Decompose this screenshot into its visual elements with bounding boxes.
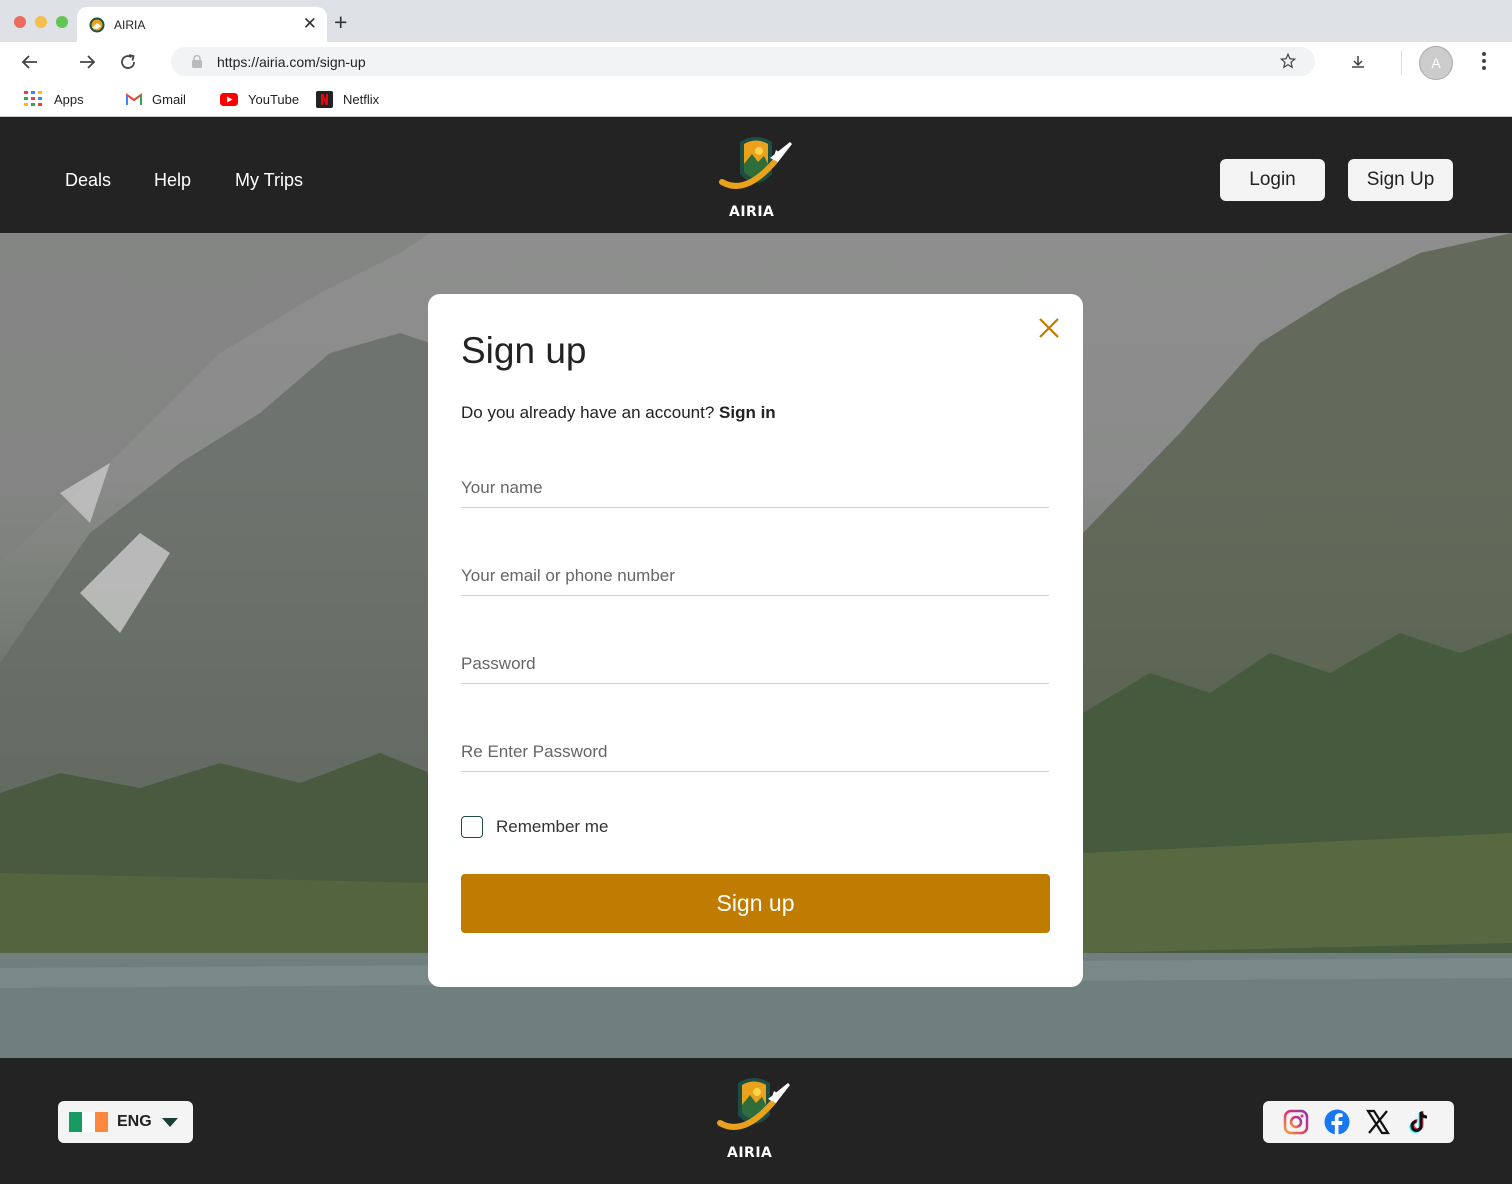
tab-title: AIRIA <box>114 18 146 32</box>
header-brand-text: AIRIA <box>729 204 775 220</box>
language-label: ENG <box>117 1113 152 1130</box>
maximize-window-button[interactable] <box>56 16 68 28</box>
account-question-text: Do you already have an account? <box>461 403 715 422</box>
youtube-icon <box>220 92 238 106</box>
signup-submit-button[interactable]: Sign up <box>461 874 1050 933</box>
toolbar-divider <box>1401 50 1402 74</box>
new-tab-icon[interactable]: + <box>334 10 347 34</box>
address-bar[interactable]: https://airia.com/sign-up <box>171 47 1315 76</box>
netflix-icon <box>316 90 333 108</box>
checkbox-box[interactable] <box>461 816 483 838</box>
login-button[interactable]: Login <box>1220 159 1325 201</box>
ireland-flag-icon <box>69 1112 108 1132</box>
facebook-icon[interactable] <box>1324 1109 1350 1135</box>
modal-subtitle: Do you already have an account? Sign in <box>461 403 776 423</box>
url-text: https://airia.com/sign-up <box>217 54 366 70</box>
signup-modal: Sign up Do you already have an account? … <box>428 294 1083 987</box>
remember-me-checkbox[interactable]: Remember me <box>461 816 608 838</box>
bookmark-apps[interactable]: Apps <box>24 89 84 109</box>
nav-deals[interactable]: Deals <box>65 170 111 191</box>
tab-close-icon[interactable]: ✕ <box>303 14 317 34</box>
tab-strip: AIRIA ✕ + <box>0 0 1512 42</box>
reenter-password-field[interactable] <box>461 732 1049 772</box>
email-or-phone-field[interactable] <box>461 556 1049 596</box>
airia-logo-icon[interactable] <box>716 134 794 202</box>
bookmark-star-icon[interactable] <box>1279 52 1297 70</box>
close-icon[interactable] <box>1036 315 1062 341</box>
minimize-window-button[interactable] <box>35 16 47 28</box>
tiktok-icon[interactable] <box>1406 1109 1432 1135</box>
bookmark-label: Netflix <box>343 91 380 107</box>
close-window-button[interactable] <box>14 16 26 28</box>
password-field[interactable] <box>461 644 1049 684</box>
download-icon[interactable] <box>1348 52 1368 72</box>
site-footer: ENG AIRIA <box>0 1058 1512 1184</box>
profile-avatar[interactable]: A <box>1419 46 1453 80</box>
bookmark-label: Apps <box>54 91 84 107</box>
footer-airia-logo-icon[interactable] <box>714 1075 792 1143</box>
airia-favicon-icon <box>89 17 105 33</box>
nav-help[interactable]: Help <box>154 170 191 191</box>
caret-down-icon <box>162 1118 178 1127</box>
back-arrow-icon[interactable] <box>18 50 42 74</box>
x-icon[interactable] <box>1365 1109 1391 1135</box>
signin-link[interactable]: Sign in <box>719 403 776 422</box>
lock-icon <box>192 55 202 68</box>
browser-chrome: AIRIA ✕ + https://airia.com/sign-up A Ap… <box>0 0 1512 117</box>
gmail-icon <box>126 93 142 105</box>
apps-grid-icon <box>24 91 42 106</box>
bookmarks-bar: Apps Gmail YouTube Netflix <box>0 82 1512 116</box>
footer-brand-text: AIRIA <box>727 1145 773 1161</box>
remember-me-label: Remember me <box>496 817 609 836</box>
signup-button[interactable]: Sign Up <box>1348 159 1453 201</box>
bookmark-label: Gmail <box>152 91 186 107</box>
browser-tab-airia[interactable]: AIRIA ✕ <box>77 7 327 42</box>
bookmark-gmail[interactable]: Gmail <box>126 89 186 109</box>
site-header: Deals Help My Trips AIRIA Login Sign Up <box>0 117 1512 233</box>
bookmark-netflix[interactable]: Netflix <box>316 89 379 109</box>
bookmark-youtube[interactable]: YouTube <box>220 89 299 109</box>
nav-my-trips[interactable]: My Trips <box>235 170 303 191</box>
bookmark-label: YouTube <box>248 91 300 107</box>
browser-menu-icon[interactable] <box>1478 52 1490 73</box>
browser-toolbar: https://airia.com/sign-up A <box>0 42 1512 82</box>
reload-icon[interactable] <box>116 50 140 74</box>
language-selector[interactable]: ENG <box>58 1101 193 1143</box>
modal-title: Sign up <box>461 330 587 371</box>
social-links <box>1263 1101 1454 1143</box>
name-field[interactable] <box>461 468 1049 508</box>
instagram-icon[interactable] <box>1283 1109 1309 1135</box>
forward-arrow-icon[interactable] <box>75 50 99 74</box>
